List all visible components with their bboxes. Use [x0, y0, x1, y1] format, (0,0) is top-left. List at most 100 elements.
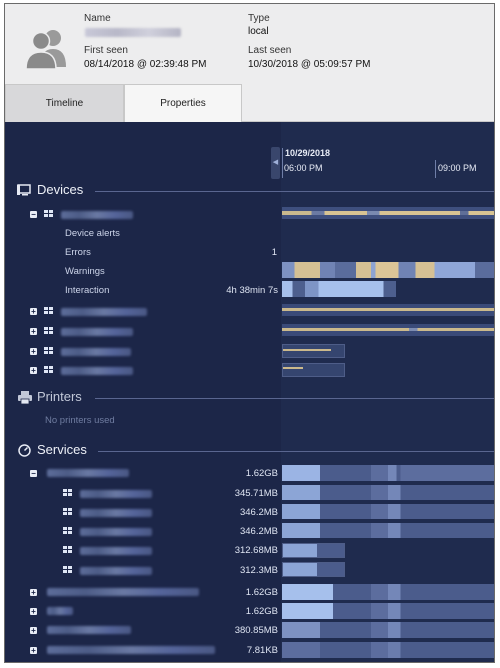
service-usage-value: 1.62GB [245, 468, 278, 479]
service-usage-value: 1.62GB [245, 606, 278, 617]
service-name-redacted[interactable] [80, 528, 152, 536]
collapse-left-icon[interactable]: ◀ [271, 147, 280, 179]
printer-icon [18, 391, 32, 404]
service-usage-value: 312.68MB [234, 545, 278, 556]
type-value: local [248, 26, 269, 37]
service-usage-bar [282, 543, 345, 558]
windows-icon [63, 527, 72, 535]
service-usage-value: 346.2MB [239, 526, 278, 537]
activity-bar [282, 211, 494, 215]
service-usage-bar [282, 622, 494, 638]
service-usage-bar [282, 603, 494, 619]
service-usage-bar [282, 485, 494, 500]
windows-icon [63, 546, 72, 554]
service-usage-value: 346.2MB [239, 507, 278, 518]
timeline-time-label: 09:00 PM [438, 163, 477, 173]
name-value-redacted [85, 28, 181, 37]
warnings-bar [282, 262, 494, 278]
process-details-window: Name Type local First seen 08/14/2018 @ … [4, 3, 495, 663]
device-name-redacted[interactable] [61, 328, 133, 336]
tab-timeline[interactable]: Timeline [5, 84, 124, 122]
first-seen-value: 08/14/2018 @ 02:39:48 PM [84, 59, 207, 70]
warnings-label: Warnings [65, 266, 105, 277]
service-name-redacted[interactable] [47, 607, 73, 615]
timeline-date: 10/29/2018 [285, 148, 331, 158]
service-usage-bar [282, 523, 494, 538]
collapse-icon[interactable]: − [30, 470, 37, 478]
printers-section-title: Printers [37, 389, 82, 404]
details-header: Name Type local First seen 08/14/2018 @ … [5, 4, 494, 122]
windows-icon [44, 366, 53, 374]
service-name-redacted[interactable] [47, 469, 129, 477]
device-name-redacted[interactable] [61, 211, 133, 219]
name-label: Name [84, 13, 111, 24]
users-icon [25, 30, 66, 69]
activity-bar [282, 308, 494, 311]
expand-icon[interactable]: + [30, 328, 37, 336]
type-label: Type [248, 13, 270, 24]
service-usage-value: 312.3MB [239, 565, 278, 576]
service-name-redacted[interactable] [47, 626, 131, 634]
service-usage-bar [282, 465, 494, 481]
activity-bar [283, 349, 331, 351]
interaction-bar [282, 281, 396, 297]
windows-icon [44, 347, 53, 355]
windows-icon [63, 508, 72, 516]
timeline-start-tick [282, 148, 283, 178]
timeline-panel: ◀ 10/29/2018 06:00 PM 09:00 PM Devices −… [5, 122, 494, 662]
service-usage-value: 1.62GB [245, 587, 278, 598]
gauge-icon [18, 444, 31, 457]
device-name-redacted[interactable] [61, 367, 133, 375]
service-name-redacted[interactable] [80, 490, 152, 498]
expand-icon[interactable]: + [30, 367, 37, 375]
first-seen-label: First seen [84, 45, 128, 56]
device-name-redacted[interactable] [61, 308, 147, 316]
activity-bar [282, 328, 494, 331]
errors-label: Errors [65, 247, 91, 258]
timeline-track-area [281, 122, 494, 662]
tab-properties[interactable]: Properties [124, 84, 242, 122]
timeline-time-label: 06:00 PM [284, 163, 323, 173]
section-divider [98, 451, 494, 452]
timeline-tick [435, 160, 436, 178]
expand-icon[interactable]: + [30, 348, 37, 356]
expand-icon[interactable]: + [30, 308, 37, 316]
section-divider [95, 398, 494, 399]
service-usage-bar [282, 642, 494, 658]
service-usage-bar [282, 504, 494, 519]
last-seen-label: Last seen [248, 45, 292, 56]
service-name-redacted[interactable] [80, 567, 152, 575]
windows-icon [63, 566, 72, 574]
activity-bar [283, 367, 303, 369]
interaction-value: 4h 38min 7s [226, 285, 278, 296]
services-section-title: Services [37, 442, 87, 457]
activity-bar [282, 344, 345, 358]
service-name-redacted[interactable] [80, 547, 152, 555]
collapse-icon[interactable]: − [30, 211, 37, 219]
service-usage-bar [282, 584, 494, 600]
service-usage-value: 380.85MB [234, 625, 278, 636]
service-usage-bar [282, 562, 345, 577]
device-alerts-label: Device alerts [65, 228, 120, 239]
no-printers-text: No printers used [45, 415, 115, 426]
interaction-label: Interaction [65, 285, 110, 296]
expand-icon[interactable]: + [30, 647, 37, 655]
errors-value: 1 [271, 247, 277, 258]
service-name-redacted[interactable] [80, 509, 152, 517]
windows-icon [44, 307, 53, 315]
expand-icon[interactable]: + [30, 627, 37, 635]
service-usage-value: 345.71MB [234, 488, 278, 499]
activity-bar [282, 363, 345, 377]
windows-icon [44, 327, 53, 335]
windows-icon [63, 489, 72, 497]
service-usage-value: 7.81KB [246, 645, 278, 656]
monitor-icon [17, 184, 31, 196]
expand-icon[interactable]: + [30, 608, 37, 616]
service-name-redacted[interactable] [47, 646, 215, 654]
windows-icon [44, 210, 53, 218]
device-name-redacted[interactable] [61, 348, 131, 356]
section-divider [95, 191, 494, 192]
last-seen-value: 10/30/2018 @ 05:09:57 PM [248, 59, 371, 70]
service-name-redacted[interactable] [47, 588, 199, 596]
expand-icon[interactable]: + [30, 589, 37, 597]
